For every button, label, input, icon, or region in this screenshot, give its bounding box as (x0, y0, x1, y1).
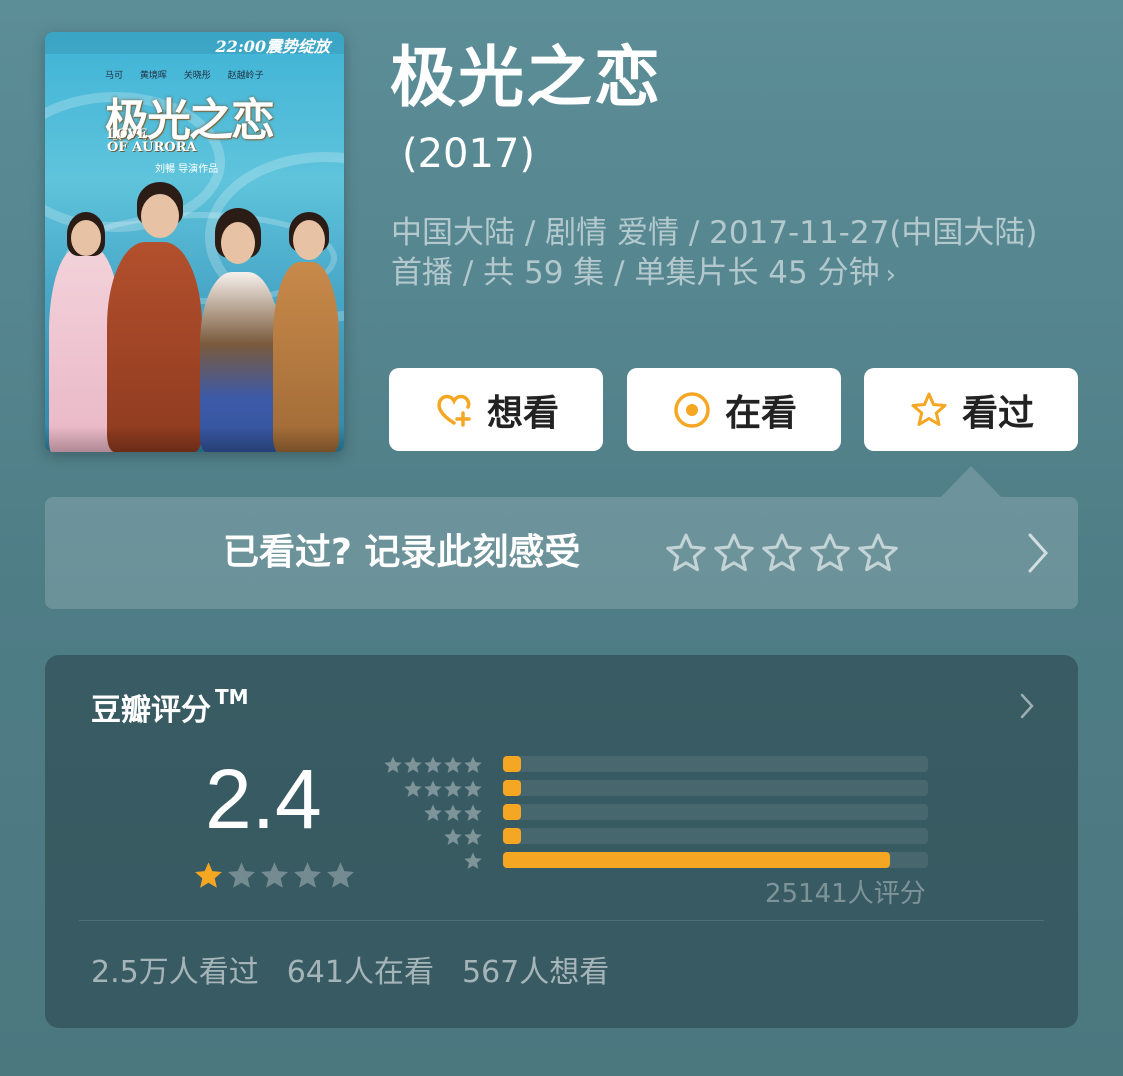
rating-bar-track (503, 804, 928, 820)
rating-bar-stars (463, 851, 483, 871)
watched-button[interactable]: 看过 (864, 368, 1078, 451)
star-icon (464, 756, 482, 773)
rating-bar-track (503, 852, 928, 868)
rating-bar-stars (423, 803, 483, 823)
rating-bar-fill (503, 852, 890, 868)
watching-button[interactable]: 在看 (627, 368, 841, 451)
rating-bar-stars (443, 827, 483, 847)
popover-pointer (941, 466, 1001, 497)
rating-count[interactable]: 25141人评分 (765, 873, 926, 910)
star-empty-icon (261, 862, 288, 888)
douban-rating-panel[interactable]: 豆瓣评分 TM 2.4 25141人评分 2.5万人看过 641人在看 567人想看 (45, 655, 1078, 1028)
poster-figure (200, 272, 280, 452)
chevron-right-icon: › (885, 260, 897, 290)
star-outline-icon[interactable] (713, 532, 755, 574)
rating-bar-fill (503, 804, 521, 820)
rating-score: 2.4 (205, 752, 322, 846)
rating-bar-track (503, 780, 928, 796)
star-empty-icon (294, 862, 321, 888)
poster-figure-head (71, 220, 101, 256)
rating-bar-stars (403, 779, 483, 799)
rating-bar-row-3 (383, 803, 928, 821)
poster-cast-names: 马可 黄境晖 关晓彤 赵越岭子 (105, 71, 264, 81)
star-icon (464, 780, 482, 797)
record-feeling-panel[interactable]: 已看过? 记录此刻感受 (45, 497, 1078, 609)
divider (79, 920, 1044, 921)
record-star-rating[interactable] (665, 532, 899, 574)
poster-figure (107, 242, 202, 452)
heart-plus-icon (437, 394, 471, 427)
want-to-watch-button[interactable]: 想看 (389, 368, 603, 451)
watching-count[interactable]: 641人在看 (287, 955, 434, 990)
rating-bar-fill (503, 828, 521, 844)
star-outline-icon[interactable] (857, 532, 899, 574)
star-empty-icon (228, 862, 255, 888)
rating-score-stars (193, 860, 356, 891)
want-count[interactable]: 567人想看 (462, 955, 609, 990)
poster-air-time: 22:00震势绽放 (215, 37, 330, 56)
star-outline-icon[interactable] (809, 532, 851, 574)
rating-bar-row-4 (383, 779, 928, 797)
star-icon (444, 780, 462, 797)
watching-circle-icon (674, 391, 710, 428)
star-filled-icon (195, 862, 222, 888)
rating-bar-stars (383, 755, 483, 775)
show-year: (2017) (402, 131, 536, 177)
show-meta-line2-text: 首播 / 共 59 集 / 单集片长 45 分钟 (391, 255, 880, 291)
trademark-mark: TM (215, 685, 249, 709)
star-icon (464, 804, 482, 821)
poster-director-credit: 刘暢 导演作品 (155, 164, 219, 175)
show-meta-line2: 首播 / 共 59 集 / 单集片长 45 分钟 › (391, 253, 1081, 295)
rating-bar-track (503, 828, 928, 844)
star-icon (384, 756, 402, 773)
star-icon (444, 756, 462, 773)
star-outline-icon (911, 392, 947, 426)
star-icon (464, 852, 482, 869)
star-icon (404, 780, 422, 797)
rating-bar-row-2 (383, 827, 928, 845)
poster-top-banner: 22:00震势绽放 (45, 32, 344, 56)
rating-label: 豆瓣评分 TM (91, 685, 249, 729)
star-empty-icon (327, 862, 354, 888)
want-to-watch-label: 想看 (486, 392, 559, 434)
star-icon (424, 804, 442, 821)
poster-figure-head (221, 222, 255, 264)
show-title: 极光之恋 (390, 39, 662, 116)
show-meta-line1: 中国大陆 / 剧情 爱情 / 2017-11-27(中国大陆) (391, 215, 1038, 251)
star-icon (404, 756, 422, 773)
star-outline-icon[interactable] (665, 532, 707, 574)
rating-bar-fill (503, 756, 521, 772)
poster-bottom-logos (45, 426, 344, 452)
star-icon (444, 828, 462, 845)
star-icon (444, 804, 462, 821)
rating-bar-row-1 (383, 851, 928, 869)
chevron-right-icon[interactable] (1020, 693, 1034, 719)
poster-figure (273, 262, 339, 452)
poster-figure-head (293, 220, 325, 260)
rating-stats: 2.5万人看过 641人在看 567人想看 (91, 947, 637, 991)
chevron-right-icon[interactable] (1026, 531, 1050, 575)
star-icon (424, 756, 442, 773)
star-icon (424, 780, 442, 797)
poster-logo-en-line2: OF AURORA (107, 140, 197, 155)
rating-bar-track (503, 756, 928, 772)
show-meta[interactable]: 中国大陆 / 剧情 爱情 / 2017-11-27(中国大陆) 首播 / 共 5… (391, 213, 1081, 295)
poster-figure-head (141, 194, 179, 238)
rating-bar-fill (503, 780, 521, 796)
rating-label-text: 豆瓣评分 (91, 693, 211, 728)
watched-label: 看过 (961, 392, 1034, 434)
poster-image[interactable]: 22:00震势绽放 马可 黄境晖 关晓彤 赵越岭子 极光之恋 LOVE OF A… (45, 32, 344, 452)
rating-bar-row-5 (383, 755, 928, 773)
poster-logo-en: LOVE OF AURORA (107, 128, 197, 154)
star-outline-icon[interactable] (761, 532, 803, 574)
record-feeling-prompt: 已看过? 记录此刻感受 (223, 532, 581, 573)
star-icon (464, 828, 482, 845)
watched-count[interactable]: 2.5万人看过 (91, 955, 259, 990)
watching-label: 在看 (724, 392, 797, 434)
